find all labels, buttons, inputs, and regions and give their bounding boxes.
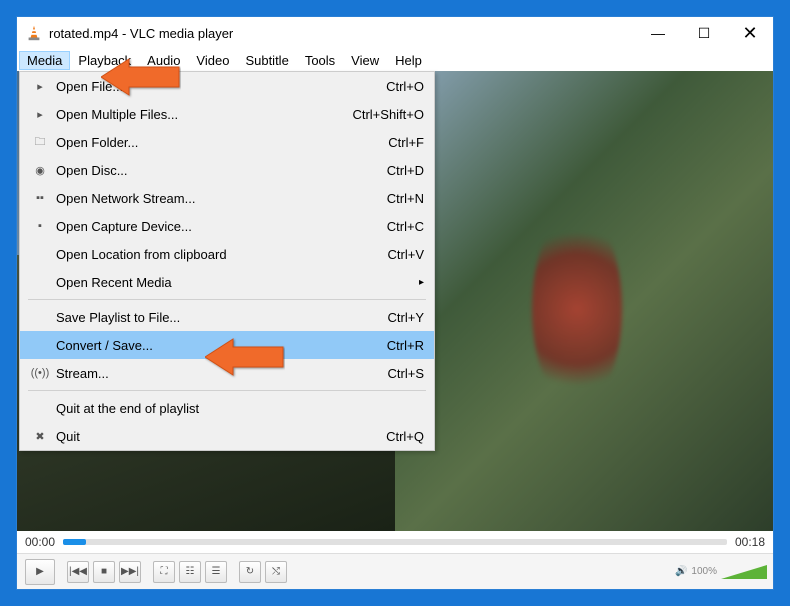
menu-separator <box>28 390 426 391</box>
menu-item-shortcut: Ctrl+V <box>388 247 424 262</box>
menu-item-label: Open Location from clipboard <box>52 247 388 262</box>
volume-slider[interactable] <box>721 565 767 579</box>
ext-settings-button[interactable]: ☷ <box>179 561 201 583</box>
menu-item-label: Open Disc... <box>52 163 387 178</box>
play-icon: ▸ <box>28 80 52 93</box>
menu-item-shortcut: Ctrl+F <box>388 135 424 150</box>
vlc-icon <box>25 24 43 42</box>
minimize-button[interactable]: — <box>635 17 681 49</box>
menu-item-quit[interactable]: ✖QuitCtrl+Q <box>20 422 434 450</box>
annotation-arrow-2 <box>205 333 285 381</box>
menu-item-label: Quit at the end of playlist <box>52 401 424 416</box>
volume-control[interactable]: 🔊 100% <box>675 565 767 579</box>
volume-percent: 100% <box>691 566 717 577</box>
play-icon: ▸ <box>28 108 52 121</box>
folder-icon: 🗀 <box>28 133 52 152</box>
submenu-arrow-icon: ▸ <box>419 277 424 288</box>
time-total: 00:18 <box>735 535 765 549</box>
menu-item-label: Open Folder... <box>52 135 388 150</box>
menu-item-open-clipboard[interactable]: Open Location from clipboardCtrl+V <box>20 240 434 268</box>
close-button[interactable]: ✕ <box>727 17 773 49</box>
menu-subtitle[interactable]: Subtitle <box>237 51 296 70</box>
menu-item-open-recent[interactable]: Open Recent Media▸ <box>20 268 434 296</box>
menu-tools[interactable]: Tools <box>297 51 343 70</box>
menu-separator <box>28 299 426 300</box>
window-controls: — ☐ ✕ <box>635 17 773 49</box>
playlist-button[interactable]: ☰ <box>205 561 227 583</box>
stop-button[interactable]: ■ <box>93 561 115 583</box>
title-bar: rotated.mp4 - VLC media player — ☐ ✕ <box>17 17 773 49</box>
capture-icon: ▪ <box>28 220 52 232</box>
media-menu-dropdown: ▸Open File...Ctrl+O ▸Open Multiple Files… <box>19 71 435 451</box>
time-bar: 00:00 00:18 <box>17 531 773 553</box>
menu-item-shortcut: Ctrl+R <box>387 338 424 353</box>
menu-item-open-multiple[interactable]: ▸Open Multiple Files...Ctrl+Shift+O <box>20 100 434 128</box>
fullscreen-button[interactable]: ⛶ <box>153 561 175 583</box>
menu-item-shortcut: Ctrl+N <box>387 191 424 206</box>
menu-item-label: Open Network Stream... <box>52 191 387 206</box>
stream-icon: ((•)) <box>28 367 52 379</box>
menu-item-open-capture[interactable]: ▪Open Capture Device...Ctrl+C <box>20 212 434 240</box>
menu-item-label: Open Multiple Files... <box>52 107 352 122</box>
disc-icon: ◉ <box>28 164 52 177</box>
menu-item-open-folder[interactable]: 🗀Open Folder...Ctrl+F <box>20 128 434 156</box>
menu-item-shortcut: Ctrl+D <box>387 163 424 178</box>
menu-item-shortcut: Ctrl+C <box>387 219 424 234</box>
annotation-arrow-1 <box>101 53 181 101</box>
menu-item-shortcut: Ctrl+O <box>386 79 424 94</box>
menu-item-label: Open Capture Device... <box>52 219 387 234</box>
speaker-icon: 🔊 <box>675 566 687 577</box>
loop-button[interactable]: ↻ <box>239 561 261 583</box>
menu-item-shortcut: Ctrl+S <box>388 366 424 381</box>
time-current: 00:00 <box>25 535 55 549</box>
menu-item-shortcut: Ctrl+Shift+O <box>352 107 424 122</box>
menu-item-label: Open Recent Media <box>52 275 424 290</box>
menu-item-label: Save Playlist to File... <box>52 310 388 325</box>
window-title: rotated.mp4 - VLC media player <box>49 26 635 41</box>
control-bar: ▶ |◀◀ ■ ▶▶| ⛶ ☷ ☰ ↻ ⤭ 🔊 100% <box>17 553 773 589</box>
menu-item-open-file[interactable]: ▸Open File...Ctrl+O <box>20 72 434 100</box>
menu-item-open-network[interactable]: ▪▪Open Network Stream...Ctrl+N <box>20 184 434 212</box>
menu-item-label: Quit <box>52 429 386 444</box>
maximize-button[interactable]: ☐ <box>681 17 727 49</box>
app-window: rotated.mp4 - VLC media player — ☐ ✕ Med… <box>16 16 774 590</box>
menu-item-open-disc[interactable]: ◉Open Disc...Ctrl+D <box>20 156 434 184</box>
shuffle-button[interactable]: ⤭ <box>265 561 287 583</box>
menu-item-quit-end[interactable]: Quit at the end of playlist <box>20 394 434 422</box>
menu-media[interactable]: Media <box>19 51 70 70</box>
menu-item-save-playlist[interactable]: Save Playlist to File...Ctrl+Y <box>20 303 434 331</box>
play-button[interactable]: ▶ <box>25 559 55 585</box>
quit-icon: ✖ <box>28 430 52 443</box>
menu-item-shortcut: Ctrl+Y <box>388 310 424 325</box>
seek-slider[interactable] <box>63 539 727 545</box>
seek-progress <box>63 539 86 545</box>
menu-view[interactable]: View <box>343 51 387 70</box>
next-button[interactable]: ▶▶| <box>119 561 141 583</box>
menu-help[interactable]: Help <box>387 51 430 70</box>
prev-button[interactable]: |◀◀ <box>67 561 89 583</box>
menu-video[interactable]: Video <box>188 51 237 70</box>
network-icon: ▪▪ <box>28 192 52 204</box>
menu-item-shortcut: Ctrl+Q <box>386 429 424 444</box>
